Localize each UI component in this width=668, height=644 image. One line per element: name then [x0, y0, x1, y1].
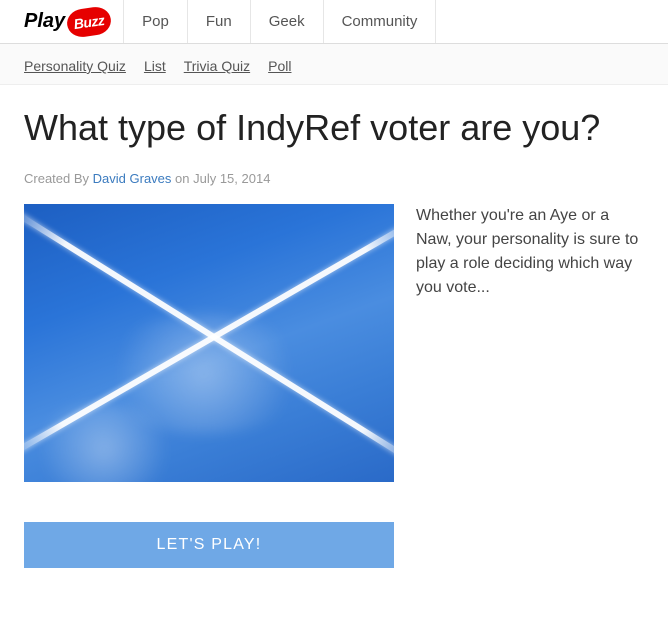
byline: Created By David Graves on July 15, 2014 [24, 171, 644, 186]
logo-text-buzz: Buzz [65, 5, 112, 39]
subnav-link-poll[interactable]: Poll [268, 58, 291, 74]
logo-text-play: Play [24, 10, 65, 33]
main-nav: Pop Fun Geek Community [123, 0, 436, 43]
top-navbar: Play Buzz Pop Fun Geek Community [0, 0, 668, 44]
sub-nav: Personality Quiz List Trivia Quiz Poll [0, 44, 668, 85]
logo[interactable]: Play Buzz [0, 8, 123, 36]
content-area: What type of IndyRef voter are you? Crea… [0, 85, 668, 598]
body-row: Whether you're an Aye or a Naw, your per… [24, 204, 644, 482]
description-text: Whether you're an Aye or a Naw, your per… [416, 204, 644, 300]
nav-item-geek[interactable]: Geek [251, 0, 324, 43]
nav-item-pop[interactable]: Pop [123, 0, 188, 43]
author-link[interactable]: David Graves [93, 171, 172, 186]
subnav-link-trivia-quiz[interactable]: Trivia Quiz [184, 58, 250, 74]
subnav-link-list[interactable]: List [144, 58, 166, 74]
nav-item-community[interactable]: Community [324, 0, 437, 43]
page-title: What type of IndyRef voter are you? [24, 107, 644, 149]
lets-play-button[interactable]: LET'S PLAY! [24, 522, 394, 568]
subnav-link-personality-quiz[interactable]: Personality Quiz [24, 58, 126, 74]
byline-prefix: Created By [24, 171, 93, 186]
hero-image [24, 204, 394, 482]
nav-item-fun[interactable]: Fun [188, 0, 251, 43]
byline-suffix: on July 15, 2014 [171, 171, 270, 186]
